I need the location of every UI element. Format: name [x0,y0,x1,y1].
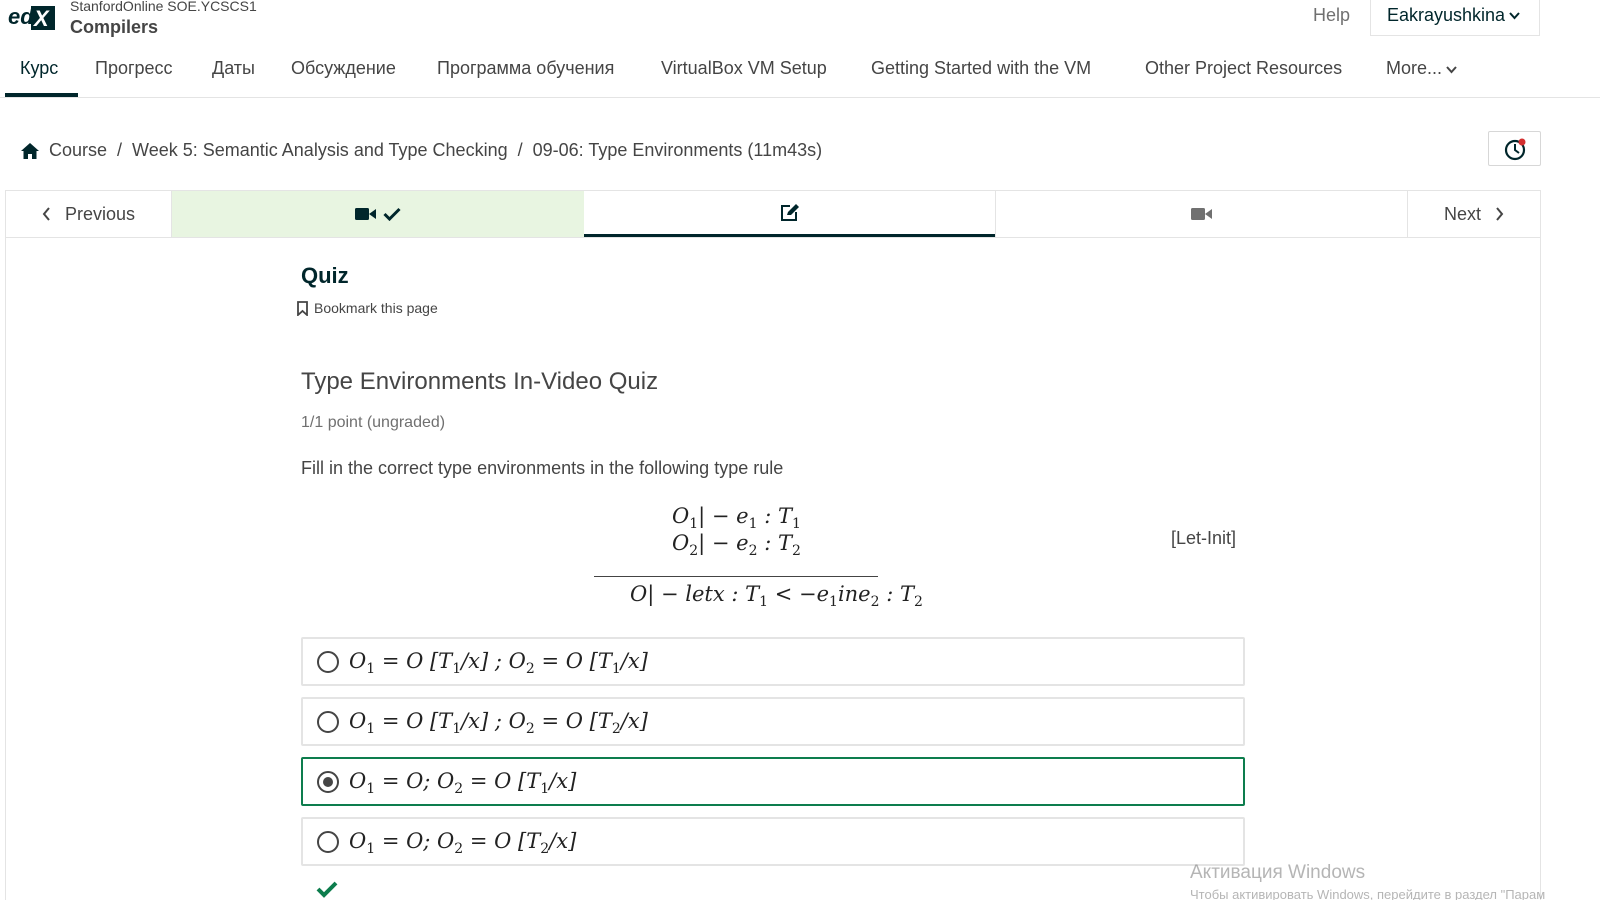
rule-label: [Let-Init] [1171,528,1237,548]
tab-discussion[interactable]: Обсуждение [291,58,396,97]
help-link[interactable]: Help [1313,5,1350,26]
course-tabs: Курс Прогресс Даты Обсуждение Программа … [0,50,1600,98]
tab-virtualbox-setup[interactable]: VirtualBox VM Setup [661,58,827,97]
next-button[interactable]: Next [1407,191,1540,237]
tab-more-label: More... [1386,58,1443,78]
rule-inference-bar [594,576,878,577]
site-header: ed X StanfordOnline SOE.YCSCS1 Compilers… [0,0,1600,40]
correct-check-icon [316,881,338,898]
rule-premise-1: O1| − e1 : T1 [672,504,801,533]
windows-activation-title: Активация Windows [1190,862,1366,883]
home-icon [21,142,39,159]
choice-option-1[interactable]: O1 = O [T1/x] ; O2 = O [T1/x] [301,637,1245,686]
radio-button[interactable] [317,711,339,733]
rule-conclusion: O| − letx : T1 < −e1ine2 : T2 [630,582,923,611]
bookmark-icon [297,300,308,316]
video-icon [1191,208,1212,220]
radio-button[interactable] [317,831,339,853]
username: Eakrayushkina [1387,5,1506,25]
choice-option-4[interactable]: O1 = O; O2 = O [T2/x] [301,817,1245,866]
edit-icon [780,203,799,221]
tab-syllabus[interactable]: Программа обучения [437,58,614,97]
choice-text: O1 = O [T1/x] ; O2 = O [T2/x] [349,709,648,738]
svg-text:ed: ed [8,4,34,29]
next-label: Next [1443,203,1481,224]
breadcrumb: Course / Week 5: Semantic Analysis and T… [20,140,822,161]
course-title: Compilers [70,17,159,37]
check-icon [383,207,401,221]
breadcrumb-separator: / [117,140,123,160]
previous-button[interactable]: Previous [6,191,171,237]
breadcrumb-course[interactable]: Course [49,140,107,161]
breadcrumb-week[interactable]: Week 5: Semantic Analysis and Type Check… [132,140,508,161]
rule-premise-2: O2| − e2 : T2 [672,531,801,560]
tab-course[interactable]: Курс [20,58,58,97]
chevron-left-icon [42,207,50,221]
chevron-down-icon [1446,66,1457,74]
tab-dates[interactable]: Даты [212,58,255,97]
breadcrumb-separator: / [517,140,523,160]
sequence-unit-problem-current[interactable] [584,191,995,237]
notifications-button[interactable] [1488,131,1541,166]
course-org: StanfordOnline SOE.YCSCS1 [70,0,257,14]
bookmark-button[interactable]: Bookmark this page [297,300,438,316]
problem-question: Fill in the correct type environments in… [301,458,784,478]
sequence-navigation: Previous Next [5,190,1541,238]
previous-label: Previous [64,203,136,224]
bookmark-label: Bookmark this page [314,300,438,316]
choice-option-2[interactable]: O1 = O [T1/x] ; O2 = O [T2/x] [301,697,1245,746]
radio-button[interactable] [317,651,339,673]
user-menu-button[interactable]: Eakrayushkina [1370,0,1540,36]
windows-activation-subtitle: Чтобы активировать Windows, перейдите в … [1190,887,1546,900]
tab-more[interactable]: More... [1386,58,1457,97]
chevron-right-icon [1496,207,1504,221]
tab-other-resources[interactable]: Other Project Resources [1145,58,1342,97]
choice-text: O1 = O; O2 = O [T2/x] [349,829,577,858]
unit-title: Quiz [301,263,349,288]
problem-progress: 1/1 point (ungraded) [301,414,446,431]
choice-text: O1 = O [T1/x] ; O2 = O [T1/x] [349,649,648,678]
edx-logo[interactable]: ed X [6,2,56,32]
sequence-unit-video-upcoming[interactable] [996,191,1408,237]
svg-text:X: X [32,6,50,31]
chevron-down-icon [1509,12,1520,20]
radio-button-selected[interactable] [317,771,339,793]
choice-text: O1 = O; O2 = O [T1/x] [349,769,577,798]
active-tab-indicator [5,93,78,97]
clock-icon [1504,138,1526,161]
sequence-unit-video-complete[interactable] [172,191,584,237]
choice-option-3[interactable]: O1 = O; O2 = O [T1/x] [301,757,1245,806]
breadcrumb-unit: 09-06: Type Environments (11m43s) [532,140,823,160]
tab-getting-started-vm[interactable]: Getting Started with the VM [871,58,1091,97]
problem-title: Type Environments In-Video Quiz [301,368,659,395]
tab-progress[interactable]: Прогресс [95,58,173,97]
video-icon [355,208,376,220]
